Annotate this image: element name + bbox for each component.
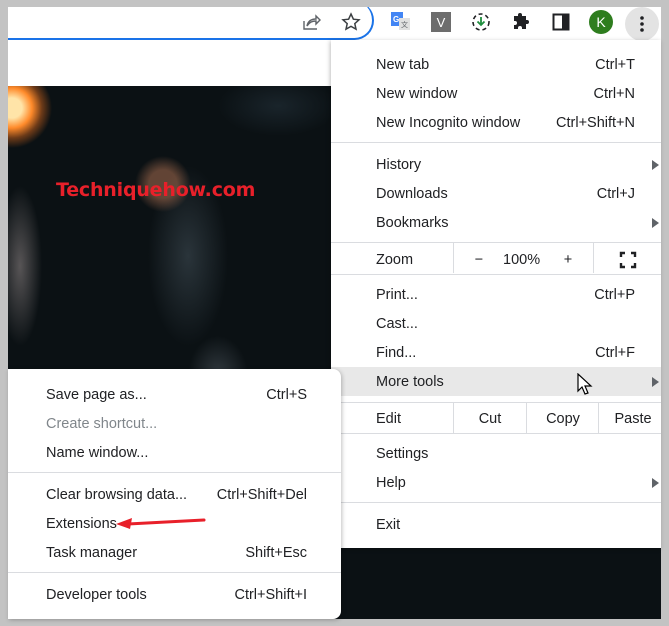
menu-item-shortcut: Ctrl+S bbox=[266, 386, 307, 403]
menu-item-new-tab[interactable]: New tab Ctrl+T bbox=[331, 50, 661, 79]
menu-item-shortcut: Ctrl+F bbox=[595, 344, 635, 361]
menu-item-shortcut: Ctrl+T bbox=[595, 56, 635, 73]
svg-text:文: 文 bbox=[401, 20, 408, 29]
menu-separator bbox=[331, 274, 661, 275]
paste-button[interactable]: Paste bbox=[599, 404, 667, 433]
menu-item-label: Clear browsing data... bbox=[46, 486, 188, 503]
copy-button[interactable]: Copy bbox=[527, 404, 599, 433]
menu-item-shortcut: Ctrl+J bbox=[596, 185, 635, 202]
watermark-text: Techniquehow.com bbox=[56, 179, 256, 201]
menu-separator bbox=[331, 142, 661, 143]
menu-item-label: Save page as... bbox=[46, 386, 147, 403]
menu-item-shortcut: Ctrl+Shift+N bbox=[556, 114, 635, 131]
chrome-main-menu: New tab Ctrl+T New window Ctrl+N New Inc… bbox=[331, 40, 661, 548]
menu-item-label: Help bbox=[376, 474, 406, 491]
menu-item-shortcut: Ctrl+N bbox=[593, 85, 636, 102]
fullscreen-button[interactable] bbox=[619, 245, 637, 274]
zoom-divider bbox=[453, 243, 454, 273]
fullscreen-icon bbox=[619, 251, 637, 268]
menu-separator bbox=[331, 402, 661, 403]
zoom-label: Zoom bbox=[376, 251, 414, 268]
bookmark-star-icon[interactable] bbox=[337, 8, 365, 36]
submenu-item-create-shortcut: Create shortcut... bbox=[8, 409, 341, 438]
submenu-item-save-page-as[interactable]: Save page as... Ctrl+S bbox=[8, 380, 341, 409]
menu-item-label: Name window... bbox=[46, 444, 149, 461]
download-progress-icon[interactable] bbox=[467, 8, 495, 36]
mouse-cursor-icon bbox=[577, 373, 593, 395]
menu-item-label: Exit bbox=[376, 516, 401, 533]
submenu-arrow-icon bbox=[652, 477, 659, 488]
zoom-level-value: 100% bbox=[503, 251, 541, 268]
submenu-item-developer-tools[interactable]: Developer tools Ctrl+Shift+I bbox=[8, 580, 341, 609]
red-annotation-arrow-icon bbox=[116, 518, 206, 529]
submenu-arrow-icon bbox=[652, 376, 659, 387]
menu-item-label: Cast... bbox=[376, 315, 418, 332]
menu-item-label: Task manager bbox=[46, 544, 138, 561]
cut-button[interactable]: Cut bbox=[454, 404, 526, 433]
menu-item-label: Extensions bbox=[46, 515, 117, 532]
translate-g-glyph: G bbox=[393, 15, 399, 24]
menu-item-settings[interactable]: Settings bbox=[331, 439, 661, 468]
menu-separator bbox=[331, 433, 661, 434]
menu-separator bbox=[8, 572, 341, 573]
extensions-puzzle-icon[interactable] bbox=[507, 8, 535, 36]
menu-item-label: New window bbox=[376, 85, 458, 102]
menu-item-label: Create shortcut... bbox=[46, 415, 158, 432]
profile-avatar[interactable]: K bbox=[587, 8, 615, 36]
menu-item-print[interactable]: Print... Ctrl+P bbox=[331, 280, 661, 309]
submenu-item-clear-browsing-data[interactable]: Clear browsing data... Ctrl+Shift+Del bbox=[8, 480, 341, 509]
menu-item-shortcut: Ctrl+Shift+Del bbox=[216, 486, 307, 503]
submenu-arrow-icon bbox=[652, 217, 659, 228]
zoom-out-button[interactable]: − bbox=[469, 245, 489, 274]
menu-item-shortcut: Shift+Esc bbox=[245, 544, 307, 561]
google-translate-icon[interactable]: G 文 bbox=[387, 8, 415, 36]
menu-item-new-window[interactable]: New window Ctrl+N bbox=[331, 79, 661, 108]
menu-item-new-incognito-window[interactable]: New Incognito window Ctrl+Shift+N bbox=[331, 108, 661, 137]
zoom-divider bbox=[593, 243, 594, 273]
v-extension-letter: V bbox=[431, 12, 451, 32]
menu-separator bbox=[331, 242, 661, 243]
edit-label: Edit bbox=[376, 410, 401, 427]
menu-item-label: Developer tools bbox=[46, 586, 147, 603]
menu-item-label: Bookmarks bbox=[376, 214, 449, 231]
menu-item-cast[interactable]: Cast... bbox=[331, 309, 661, 338]
zoom-in-button[interactable]: + bbox=[558, 245, 578, 274]
menu-separator bbox=[331, 502, 661, 503]
menu-item-downloads[interactable]: Downloads Ctrl+J bbox=[331, 179, 661, 208]
more-tools-submenu: Save page as... Ctrl+S Create shortcut..… bbox=[8, 369, 341, 619]
menu-item-bookmarks[interactable]: Bookmarks bbox=[331, 208, 661, 237]
side-panel-icon[interactable] bbox=[547, 8, 575, 36]
menu-item-exit[interactable]: Exit bbox=[331, 510, 661, 539]
share-icon[interactable] bbox=[297, 8, 325, 36]
menu-item-label: Find... bbox=[376, 344, 417, 361]
browser-toolbar: G 文 V K bbox=[8, 7, 661, 41]
menu-item-label: More tools bbox=[376, 373, 444, 390]
page-header-area bbox=[8, 40, 331, 86]
menu-separator bbox=[8, 472, 341, 473]
menu-item-label: Settings bbox=[376, 445, 429, 462]
more-vert-icon bbox=[640, 16, 644, 32]
more-menu-button[interactable] bbox=[625, 7, 659, 41]
submenu-arrow-icon bbox=[652, 159, 659, 170]
menu-item-shortcut: Ctrl+Shift+I bbox=[234, 586, 307, 603]
v-extension-icon[interactable]: V bbox=[427, 8, 455, 36]
menu-item-label: Downloads bbox=[376, 185, 448, 202]
menu-item-help[interactable]: Help bbox=[331, 468, 661, 497]
menu-item-label: New Incognito window bbox=[376, 114, 521, 131]
menu-item-more-tools[interactable]: More tools bbox=[331, 367, 661, 396]
menu-item-label: New tab bbox=[376, 56, 430, 73]
avatar-letter: K bbox=[589, 10, 613, 34]
submenu-item-task-manager[interactable]: Task manager Shift+Esc bbox=[8, 538, 341, 567]
submenu-item-name-window[interactable]: Name window... bbox=[8, 438, 341, 467]
menu-item-label: Print... bbox=[376, 286, 418, 303]
menu-item-find[interactable]: Find... Ctrl+F bbox=[331, 338, 661, 367]
menu-item-label: History bbox=[376, 156, 422, 173]
menu-item-history[interactable]: History bbox=[331, 150, 661, 179]
menu-item-shortcut: Ctrl+P bbox=[594, 286, 635, 303]
